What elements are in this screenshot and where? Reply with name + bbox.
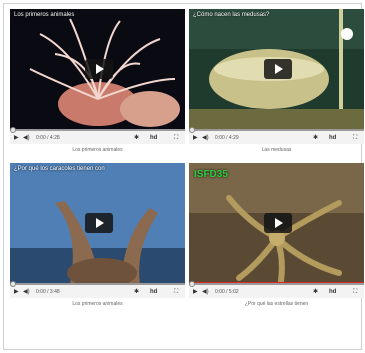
video-player-2[interactable]: ¿Cómo nacen las medusas? (189, 9, 364, 130)
video-caption: Los primeros animales (72, 301, 123, 307)
video-card-4: ISFD35 ▶ ◀) 0:00 / 5:02 ✱ hd ⛶ ¿Por qué … (189, 163, 364, 311)
settings-icon[interactable]: ✱ (134, 134, 139, 142)
volume-icon[interactable]: ◀) (202, 288, 209, 296)
play-icon[interactable]: ▶ (14, 134, 19, 142)
progress-knob[interactable] (189, 281, 195, 287)
hd-icon[interactable]: hd (150, 288, 157, 296)
video-card-3: ¿Por qué los caracoles tienen con ▶ ◀) 0… (10, 163, 185, 311)
volume-icon[interactable]: ◀) (23, 288, 30, 296)
hd-icon[interactable]: hd (150, 134, 157, 142)
play-icon[interactable]: ▶ (14, 288, 19, 296)
fullscreen-icon[interactable]: ⛶ (174, 134, 178, 142)
video-controls: ▶ ◀) 0:00 / 5:02 ✱ hd ⛶ (189, 281, 364, 298)
fullscreen-icon[interactable]: ⛶ (174, 288, 178, 296)
time-display: 0:00 / 4:29 (215, 135, 239, 141)
video-gallery: Los primeros animales ▶ ◀) 0:00 / 4:28 ✱… (3, 3, 364, 350)
settings-icon[interactable]: ✱ (313, 134, 318, 142)
video-player-4[interactable]: ISFD35 (189, 163, 364, 284)
video-title: ¿Cómo nacen las medusas? (193, 12, 270, 18)
settings-icon[interactable]: ✱ (134, 288, 139, 296)
volume-icon[interactable]: ◀) (23, 134, 30, 142)
play-button[interactable] (85, 59, 113, 79)
play-button[interactable] (264, 213, 292, 233)
video-card-1: Los primeros animales ▶ ◀) 0:00 / 4:28 ✱… (10, 9, 185, 157)
video-caption: Los primeros animales (72, 147, 123, 153)
video-controls: ▶ ◀) 0:00 / 4:28 ✱ hd ⛶ (10, 127, 185, 144)
hd-icon[interactable]: hd (329, 134, 336, 142)
progress-bar[interactable] (189, 127, 364, 133)
video-controls: ▶ ◀) 0:00 / 4:29 ✱ hd ⛶ (189, 127, 364, 144)
video-card-2: ¿Cómo nacen las medusas? ▶ ◀) 0:00 / 4:2… (189, 9, 364, 157)
video-player-1[interactable]: Los primeros animales (10, 9, 185, 130)
video-player-3[interactable]: ¿Por qué los caracoles tienen con (10, 163, 185, 284)
progress-knob[interactable] (189, 127, 195, 133)
hd-icon[interactable]: hd (329, 288, 336, 296)
video-controls: ▶ ◀) 0:00 / 3:48 ✱ hd ⛶ (10, 281, 185, 298)
video-caption: ¿Por qué las estrellas tienen (244, 301, 309, 307)
progress-bar[interactable] (189, 281, 364, 287)
play-icon[interactable]: ▶ (193, 134, 198, 142)
volume-icon[interactable]: ◀) (202, 134, 209, 142)
play-button[interactable] (264, 59, 292, 79)
video-title: Los primeros animales (14, 12, 75, 18)
progress-bar[interactable] (10, 281, 185, 287)
time-display: 0:00 / 4:28 (36, 135, 60, 141)
time-display: 0:00 / 3:48 (36, 289, 60, 295)
fullscreen-icon[interactable]: ⛶ (353, 134, 357, 142)
play-icon[interactable]: ▶ (193, 288, 198, 296)
video-title: ¿Por qué los caracoles tienen con (14, 166, 105, 172)
play-button[interactable] (85, 213, 113, 233)
fullscreen-icon[interactable]: ⛶ (353, 288, 357, 296)
progress-knob[interactable] (10, 127, 16, 133)
progress-knob[interactable] (10, 281, 16, 287)
progress-bar[interactable] (10, 127, 185, 133)
time-display: 0:00 / 5:02 (215, 289, 239, 295)
video-caption: Las medusas (261, 147, 292, 153)
settings-icon[interactable]: ✱ (313, 288, 318, 296)
channel-badge: ISFD35 (194, 169, 228, 180)
